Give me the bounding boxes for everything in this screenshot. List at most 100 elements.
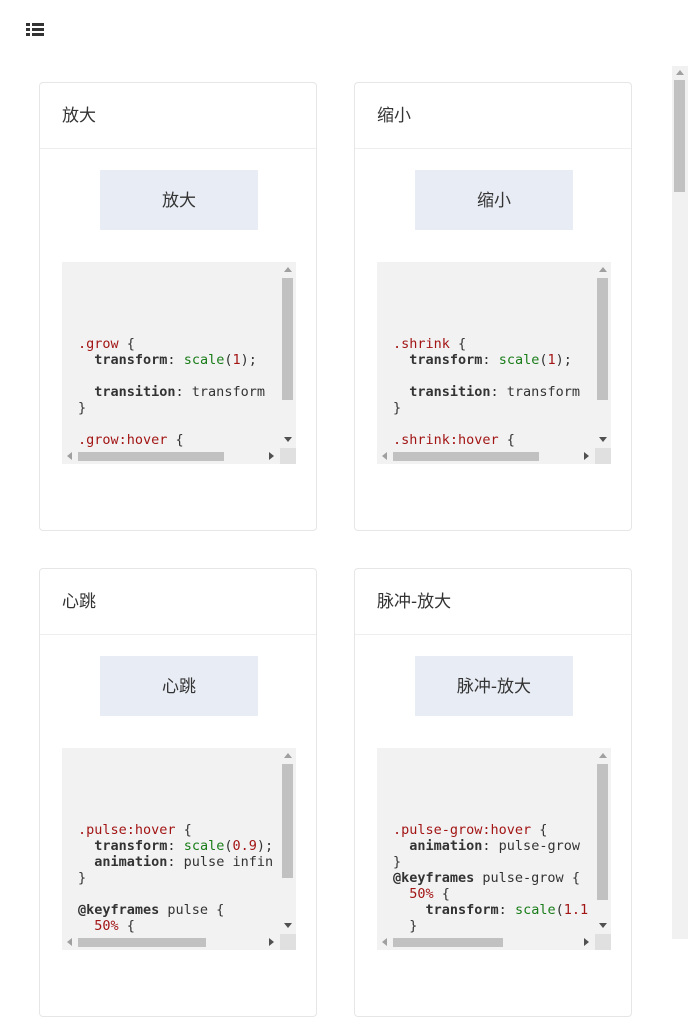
scroll-left-arrow-icon[interactable] — [382, 452, 387, 460]
code-token: .grow — [78, 336, 119, 352]
scroll-down-arrow-icon[interactable] — [284, 923, 292, 928]
code-token: ); — [256, 838, 274, 854]
code-token: scale — [514, 902, 556, 918]
scroll-down-arrow-icon[interactable] — [599, 923, 607, 928]
card-title: 放大 — [40, 83, 316, 149]
code-token: { — [118, 336, 135, 352]
list-menu-icon[interactable] — [26, 22, 44, 38]
scroll-thumb[interactable] — [78, 452, 224, 461]
scroll-thumb[interactable] — [282, 278, 293, 400]
code-token: .shrink — [393, 336, 450, 352]
code-token: 0.9 — [232, 838, 257, 854]
scroll-left-arrow-icon[interactable] — [382, 938, 387, 946]
card-grow: 放大 放大 .grow { transform: scale(1); trans… — [39, 82, 317, 531]
code-token: pulse-grow { — [474, 870, 580, 886]
scroll-thumb[interactable] — [597, 278, 608, 400]
demo-shrink-button[interactable]: 缩小 — [415, 170, 573, 230]
scroll-thumb[interactable] — [282, 764, 293, 878]
code-token: } — [78, 400, 87, 416]
code-token: transition — [409, 384, 491, 400]
vertical-scrollbar[interactable] — [280, 262, 296, 448]
code-token: } — [393, 918, 418, 934]
code-token: 50% — [94, 918, 119, 934]
code-token: .shrink:hover — [393, 432, 499, 448]
scroll-up-arrow-icon[interactable] — [599, 753, 607, 758]
demo-pulse-button[interactable]: 心跳 — [100, 656, 258, 716]
code-token: @keyframes — [78, 902, 160, 918]
scroll-thumb[interactable] — [393, 452, 539, 461]
page-scroll-up-arrow-icon[interactable] — [676, 70, 684, 75]
card-shrink: 缩小 缩小 .shrink { transform: scale(1); tra… — [354, 82, 632, 531]
code-token: .grow:hover — [78, 432, 168, 448]
scroll-up-arrow-icon[interactable] — [284, 267, 292, 272]
card-pulse-grow: 脉冲-放大 脉冲-放大 .pulse-grow:hover { animatio… — [354, 568, 632, 1017]
card-pulse: 心跳 心跳 .pulse:hover { transform: scale(0.… — [39, 568, 317, 1017]
vertical-scrollbar[interactable] — [595, 748, 611, 934]
vertical-scrollbar[interactable] — [280, 748, 296, 934]
code-block[interactable]: .pulse:hover { transform: scale(0.9); an… — [62, 748, 296, 950]
code-token: { — [449, 336, 467, 352]
scroll-down-arrow-icon[interactable] — [284, 437, 292, 442]
code-block[interactable]: .shrink { transform: scale(1); transitio… — [377, 262, 611, 464]
code-token: : — [482, 352, 499, 368]
scroll-down-arrow-icon[interactable] — [599, 437, 607, 442]
scroll-right-arrow-icon[interactable] — [584, 938, 589, 946]
code-block[interactable]: .grow { transform: scale(1); transition:… — [62, 262, 296, 464]
code-token: transform — [94, 838, 168, 854]
demo-grow-button[interactable]: 放大 — [100, 170, 258, 230]
code-token: : — [498, 902, 515, 918]
code-token: 1 — [232, 352, 241, 368]
scroll-thumb[interactable] — [393, 938, 503, 947]
code-token: scale — [498, 352, 540, 368]
code-token: } — [393, 400, 402, 416]
horizontal-scrollbar[interactable] — [377, 448, 595, 464]
code-token: } — [78, 870, 87, 886]
demo-pulse-grow-button[interactable]: 脉冲-放大 — [415, 656, 573, 716]
code-token: { — [167, 432, 184, 448]
code-block[interactable]: .pulse-grow:hover { animation: pulse-gro… — [377, 748, 611, 950]
scroll-left-arrow-icon[interactable] — [67, 452, 72, 460]
scroll-up-arrow-icon[interactable] — [284, 753, 292, 758]
code-token: 50% — [409, 886, 434, 902]
code-token: { — [498, 432, 515, 448]
code-token: animation — [94, 854, 168, 870]
card-title: 心跳 — [40, 569, 316, 635]
code-token: : transform — [175, 384, 265, 400]
code-token: ); — [555, 352, 572, 368]
code-token: ( — [555, 902, 564, 918]
scroll-right-arrow-icon[interactable] — [269, 452, 274, 460]
code-token: : — [167, 838, 184, 854]
code-token: scale — [183, 352, 225, 368]
vertical-scrollbar[interactable] — [595, 262, 611, 448]
code-token: : pulse infin — [167, 854, 274, 870]
horizontal-scrollbar[interactable] — [62, 448, 280, 464]
code-token: pulse { — [159, 902, 225, 918]
code-token: scale — [183, 838, 225, 854]
scroll-thumb[interactable] — [597, 764, 608, 900]
code-token: animation — [409, 838, 483, 854]
scroll-left-arrow-icon[interactable] — [67, 938, 72, 946]
scroll-corner — [280, 934, 296, 950]
scroll-right-arrow-icon[interactable] — [269, 938, 274, 946]
horizontal-scrollbar[interactable] — [377, 934, 595, 950]
page-scrollbar[interactable] — [672, 66, 688, 939]
code-token: transition — [94, 384, 176, 400]
scroll-corner — [595, 934, 611, 950]
scroll-up-arrow-icon[interactable] — [599, 267, 607, 272]
scroll-right-arrow-icon[interactable] — [584, 452, 589, 460]
code-token: } — [393, 854, 402, 870]
code-token: { — [175, 822, 192, 838]
page-scroll-thumb[interactable] — [674, 80, 685, 192]
code-text: .pulse:hover { transform: scale(0.9); an… — [78, 790, 273, 950]
code-token: { — [118, 918, 135, 934]
card-title: 缩小 — [355, 83, 631, 149]
horizontal-scrollbar[interactable] — [62, 934, 280, 950]
scroll-thumb[interactable] — [78, 938, 206, 947]
